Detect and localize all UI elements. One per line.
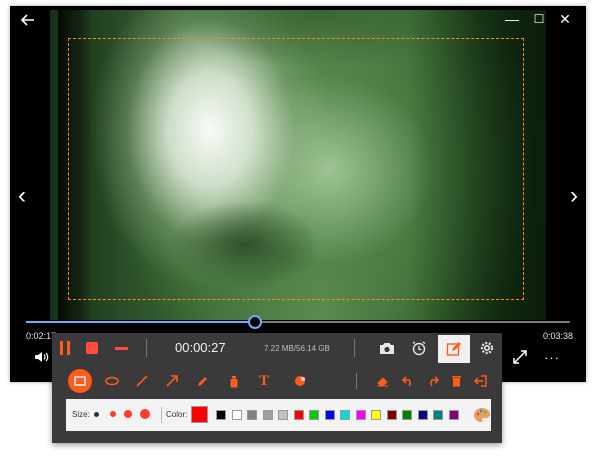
video-player-window: — ☐ ✕ ‹ › 0:02:17 0:03:38 ···: [10, 6, 586, 382]
maximize-button[interactable]: ☐: [529, 10, 549, 28]
color-swatch[interactable]: [371, 410, 381, 420]
close-button[interactable]: ✕: [555, 10, 575, 28]
exit-icon[interactable]: [468, 369, 492, 393]
previous-chevron-icon[interactable]: ‹: [12, 182, 32, 210]
spray-icon[interactable]: [222, 369, 246, 393]
pen-icon[interactable]: [191, 369, 215, 393]
text-icon[interactable]: T: [252, 369, 276, 393]
color-swatch[interactable]: [386, 410, 397, 420]
color-swatch[interactable]: [216, 410, 226, 420]
gear-icon[interactable]: [474, 336, 500, 360]
divider: [354, 339, 355, 357]
expand-icon[interactable]: [510, 348, 530, 366]
recording-file-size: 7.22 MB/56.14 GB: [264, 344, 330, 353]
ellipse-icon[interactable]: [100, 369, 124, 393]
playback-progress-fill: [26, 321, 255, 323]
recording-area-selection[interactable]: [68, 38, 524, 300]
size-option-m[interactable]: [124, 410, 132, 418]
annotate-edit-icon[interactable]: [438, 335, 470, 363]
more-options-icon[interactable]: ···: [540, 348, 564, 366]
next-chevron-icon[interactable]: ›: [564, 182, 584, 210]
size-label: Size:: [72, 410, 90, 419]
total-time: 0:03:38: [543, 331, 574, 341]
camera-icon[interactable]: [374, 336, 400, 360]
size-option-s[interactable]: [110, 411, 116, 417]
back-arrow-icon[interactable]: [18, 10, 38, 30]
divider: [356, 373, 357, 389]
minimize-recorder-icon[interactable]: [115, 347, 128, 350]
eraser-icon[interactable]: [370, 369, 394, 393]
color-swatch[interactable]: [247, 410, 257, 420]
current-color-swatch[interactable]: [191, 406, 208, 423]
palette-icon[interactable]: [472, 405, 492, 425]
trash-icon[interactable]: [444, 369, 468, 393]
redo-icon[interactable]: [420, 369, 444, 393]
color-swatch[interactable]: [309, 410, 319, 420]
stop-icon[interactable]: [86, 342, 98, 354]
color-swatch[interactable]: [448, 410, 459, 420]
line-icon[interactable]: [130, 369, 154, 393]
callout-icon[interactable]: [288, 369, 312, 393]
color-swatch[interactable]: [355, 410, 366, 420]
color-swatch[interactable]: [293, 410, 304, 420]
divider: [161, 407, 162, 423]
arrow-icon[interactable]: [160, 369, 184, 393]
color-swatch[interactable]: [417, 410, 428, 420]
playback-progress-bar[interactable]: [26, 315, 570, 329]
pause-icon[interactable]: [58, 341, 72, 355]
playback-progress-thumb[interactable]: [248, 315, 263, 329]
color-swatch[interactable]: [340, 410, 350, 420]
recording-toolbar: 00:00:27 7.22 MB/56.14 GB T Size: Color:: [52, 333, 502, 443]
undo-icon[interactable]: [396, 369, 420, 393]
minimize-button[interactable]: —: [502, 10, 522, 28]
annotation-tools: T: [52, 367, 502, 395]
color-label: Color:: [166, 410, 188, 419]
size-option-xs[interactable]: [94, 412, 99, 417]
size-option-l[interactable]: [140, 409, 150, 419]
color-swatch[interactable]: [231, 410, 242, 420]
color-swatch[interactable]: [402, 410, 412, 420]
speaker-icon[interactable]: [32, 348, 52, 366]
color-swatch[interactable]: [278, 410, 288, 420]
color-swatch[interactable]: [324, 410, 335, 420]
recording-elapsed-time: 00:00:27: [175, 340, 226, 355]
color-swatch[interactable]: [262, 410, 273, 420]
recording-controls: 00:00:27 7.22 MB/56.14 GB: [52, 333, 502, 363]
alarm-clock-icon[interactable]: [406, 336, 432, 360]
rectangle-icon[interactable]: [68, 369, 92, 393]
annotation-options-bar: Size: Color:: [66, 399, 491, 431]
divider: [146, 339, 147, 357]
color-swatch[interactable]: [433, 410, 443, 420]
